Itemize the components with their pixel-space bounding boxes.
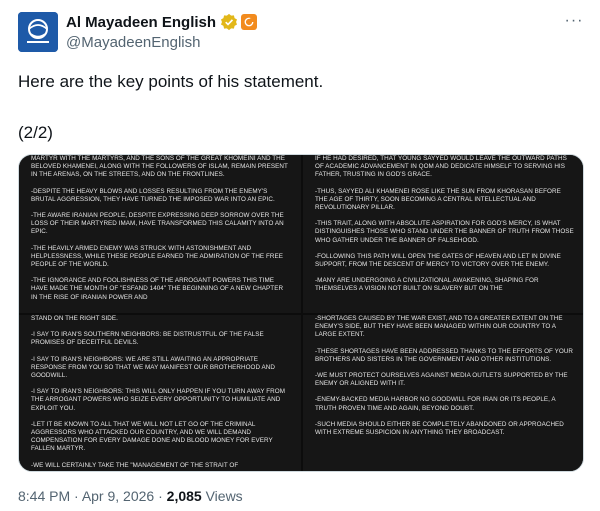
- views-count[interactable]: 2,085: [167, 488, 202, 504]
- media-image-top-right[interactable]: If he had desired, that young sayyed wou…: [303, 155, 583, 313]
- tweet-page-indicator: (2/2): [18, 123, 53, 142]
- image-paragraph: -I say to Iran's southern neighbors: Be …: [31, 331, 264, 347]
- tweet-header: Al Mayadeen English @MayadeenEnglish ···: [18, 12, 584, 56]
- image-paragraph: -We must protect ourselves against media…: [315, 372, 568, 388]
- image-paragraph: -Thus, Sayyed Ali Khamenei rose like the…: [315, 187, 561, 212]
- media-image-bottom-right[interactable]: -Shortages caused by the war exist, and …: [303, 315, 583, 471]
- tweet-text: Here are the key points of his statement…: [18, 72, 324, 91]
- image-paragraph: Martyr with the martyrs, and the sons of…: [31, 155, 288, 179]
- account-handle[interactable]: @MayadeenEnglish: [66, 34, 257, 51]
- meta-separator: ·: [70, 488, 82, 504]
- media-grid: Martyr with the martyrs, and the sons of…: [18, 154, 584, 472]
- image-paragraph: -Such media should either be completely …: [315, 420, 564, 437]
- image-paragraph: -I say to Iran's neighbors: We are still…: [31, 355, 275, 380]
- image-paragraph: -Many are undergoing a civilizational aw…: [315, 277, 539, 293]
- display-name[interactable]: Al Mayadeen English: [66, 14, 216, 31]
- avatar[interactable]: [18, 12, 58, 52]
- image-paragraph: -Enemy-backed media harbor no goodwill f…: [315, 396, 556, 412]
- image-paragraph: -Let it be known to all that we will not…: [31, 420, 273, 453]
- tweet-date[interactable]: Apr 9, 2026: [82, 488, 154, 504]
- meta-separator: ·: [154, 488, 167, 504]
- media-image-top-left[interactable]: Martyr with the martyrs, and the sons of…: [19, 155, 301, 313]
- image-paragraph: Stand on the right side.: [31, 315, 118, 322]
- al-mayadeen-logo-icon: [18, 12, 58, 52]
- image-paragraph: -The heavily armed enemy was struck with…: [31, 244, 283, 269]
- image-paragraph: -Following this path will open the gates…: [315, 252, 561, 269]
- image-paragraph: -Shortages caused by the war exist, and …: [315, 315, 563, 339]
- tweet-time[interactable]: 8:44 PM: [18, 488, 70, 504]
- image-paragraph: -Despite the heavy blows and losses resu…: [31, 187, 275, 203]
- affiliate-badge-icon[interactable]: [241, 14, 258, 30]
- tweet-meta: 8:44 PM · Apr 9, 2026 · 2,085 Views: [18, 488, 243, 504]
- views-label: Views: [201, 488, 243, 504]
- image-paragraph: -These shortages have been addressed tha…: [315, 347, 574, 363]
- image-paragraph: -This trait, along with absolute aspirat…: [315, 220, 574, 244]
- image-paragraph: -The aware Iranian people, despite expre…: [31, 212, 284, 236]
- image-paragraph: -The ignorance and foolishness of the ar…: [31, 277, 284, 301]
- image-paragraph: -I say to Iran's neighbors: This will on…: [31, 388, 285, 412]
- more-options-icon[interactable]: ···: [564, 13, 584, 34]
- image-paragraph: If he had desired, that young sayyed wou…: [315, 155, 567, 179]
- verified-badge-icon: [220, 13, 238, 31]
- image-paragraph: -We will certainly take the "management …: [31, 461, 239, 469]
- media-image-bottom-left[interactable]: Stand on the right side. -I say to Iran'…: [19, 315, 301, 471]
